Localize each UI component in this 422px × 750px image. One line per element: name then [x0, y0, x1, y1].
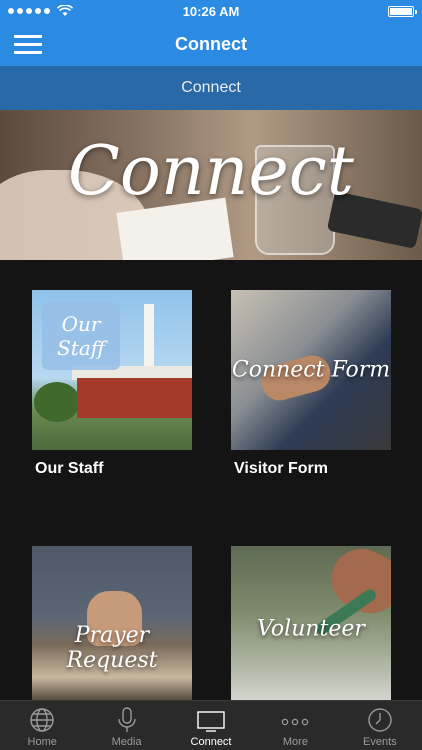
- more-dots-icon: [282, 718, 309, 726]
- tab-home[interactable]: Home: [0, 701, 84, 750]
- tv-icon: [197, 711, 225, 732]
- card-label-our-staff[interactable]: Our Staff: [35, 460, 192, 478]
- hamburger-menu-icon[interactable]: [14, 32, 42, 56]
- tab-label-connect: Connect: [190, 736, 232, 748]
- navigation-bar: Connect: [0, 22, 422, 66]
- tab-label-media: Media: [111, 736, 142, 748]
- volunteer-image[interactable]: Volunteer: [231, 546, 391, 706]
- our-staff-badge: Our Staff: [42, 302, 120, 370]
- card-overlay-volunteer: Volunteer: [257, 616, 365, 642]
- microphone-icon: [117, 707, 136, 732]
- card-our-staff[interactable]: Our Staff Our Staff: [32, 290, 192, 478]
- card-overlay-prayer-request: Prayer Request: [66, 623, 158, 674]
- nav-title: Connect: [175, 33, 247, 54]
- tab-bar: Home Media Connect More Events: [0, 700, 422, 750]
- tab-connect[interactable]: Connect: [169, 701, 253, 750]
- prayer-request-image[interactable]: Prayer Request: [32, 546, 192, 706]
- our-staff-image[interactable]: Our Staff: [32, 290, 192, 450]
- tab-label-events: Events: [363, 736, 397, 748]
- card-overlay-connect-form: Connect Form: [231, 357, 391, 383]
- tab-label-home: Home: [27, 736, 57, 748]
- status-bar: 10:26 AM: [0, 0, 422, 22]
- globe-icon: [30, 708, 54, 732]
- hero-title: Connect: [67, 132, 355, 211]
- signal-strength-icon: [8, 5, 73, 17]
- card-prayer-request[interactable]: Prayer Request: [32, 546, 192, 706]
- visitor-form-image[interactable]: Connect Form: [231, 290, 391, 450]
- tab-events[interactable]: Events: [338, 701, 422, 750]
- card-volunteer[interactable]: Volunteer: [231, 546, 391, 706]
- hero-banner: Connect: [0, 110, 422, 260]
- tab-more[interactable]: More: [253, 701, 337, 750]
- tab-label-more: More: [282, 736, 308, 748]
- section-header: Connect: [0, 66, 422, 110]
- card-label-visitor-form[interactable]: Visitor Form: [234, 460, 391, 478]
- wifi-icon: [57, 5, 73, 16]
- clock-icon: [368, 708, 392, 732]
- battery-icon: [388, 5, 417, 17]
- card-visitor-form[interactable]: Connect Form Visitor Form: [231, 290, 391, 478]
- tab-media[interactable]: Media: [84, 701, 168, 750]
